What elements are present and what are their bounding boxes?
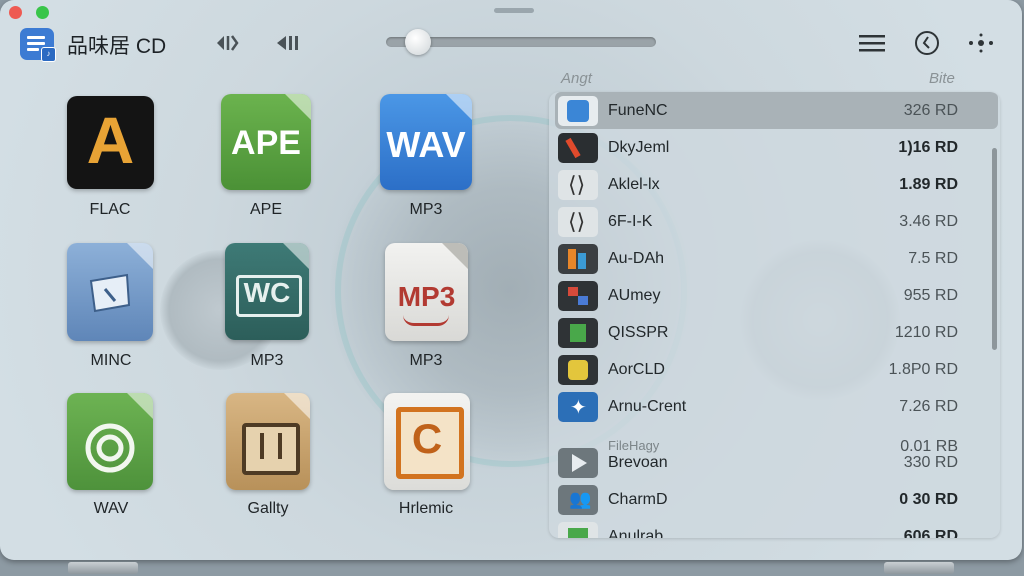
format-label-mp3-3: MP3 [409,352,443,369]
format-label-flac: FLAC [89,201,131,218]
format-label-mp3-2: MP3 [250,352,284,369]
column-header-name[interactable]: Angt [561,70,592,87]
format-label-mp3-1: MP3 [409,201,443,218]
wav-disc-file-icon[interactable] [67,393,153,490]
list-item[interactable]: AorCLD 1.8P0 RD [555,351,998,388]
list-item[interactable]: AUmey 955 RD [555,277,998,314]
wav-file-icon[interactable]: WAV [380,94,472,190]
format-label-hrlemic: Hrlemic [398,500,454,517]
menu-icon[interactable] [859,34,885,52]
disc-icon [85,423,135,473]
hrlemic-file-icon[interactable]: C [384,393,470,490]
list-item[interactable]: 👥 CharmD 0 30 RD [555,481,998,518]
clock-icon[interactable] [914,30,940,56]
list-item[interactable]: FuneNC 326 RD [555,92,998,129]
close-window-button[interactable] [9,6,22,19]
zoom-window-button[interactable] [36,6,49,19]
list-item[interactable]: ⟨⟩ 6F-I-K 3.46 RD [555,203,998,240]
drag-handle[interactable] [494,8,534,13]
format-label-ape: APE [249,201,282,218]
app-title: 品味居 CD [67,35,167,58]
gallery-file-icon[interactable] [226,393,310,490]
app-badge-icon: ♪ [41,47,56,62]
previous-track-icon[interactable] [274,32,300,54]
list-item[interactable]: DkyJeml 1)16 RD [555,129,998,166]
device-foot-left [68,562,138,574]
format-label-wav: WAV [93,500,129,517]
mp3-file-icon[interactable]: MP3 [385,243,468,341]
format-label-minc: MINC [90,352,132,369]
list-item[interactable]: Anulrab 606 RD [555,518,998,538]
flac-file-icon[interactable]: A [67,96,154,189]
shuffle-icon[interactable] [215,32,239,54]
wc-file-icon[interactable]: WC [225,243,309,340]
format-label-gallty: Gallty [247,500,289,517]
list-item[interactable]: Au-DAh 7.5 RD [555,240,998,277]
column-header-size[interactable]: Bite [929,70,955,87]
list-item[interactable]: ✦ Arnu-Crent 7.26 RD [555,388,998,425]
app-icon: ♪ [20,28,56,62]
list-scrollbar[interactable] [992,148,997,350]
list-item[interactable]: FileHagy 0.01 RB Brevoan 330 RD [555,438,998,481]
track-list: FuneNC 326 RD DkyJeml 1)16 RD ⟨⟩ Aklel-l… [549,92,1000,538]
playback-slider-thumb[interactable] [405,29,431,55]
app-window: ♪ 品味居 CD A FLAC APE APE WAV MP3 MINC WC … [0,0,1022,560]
list-item[interactable]: QISSPR 1210 RD [555,314,998,351]
minc-file-icon[interactable] [67,243,153,341]
device-foot-right [884,562,954,574]
more-icon[interactable] [967,32,995,54]
stylus-icon [89,273,131,313]
ape-file-icon[interactable]: APE [221,94,311,190]
list-item[interactable]: ⟨⟩ Aklel-lx 1.89 RD [555,166,998,203]
